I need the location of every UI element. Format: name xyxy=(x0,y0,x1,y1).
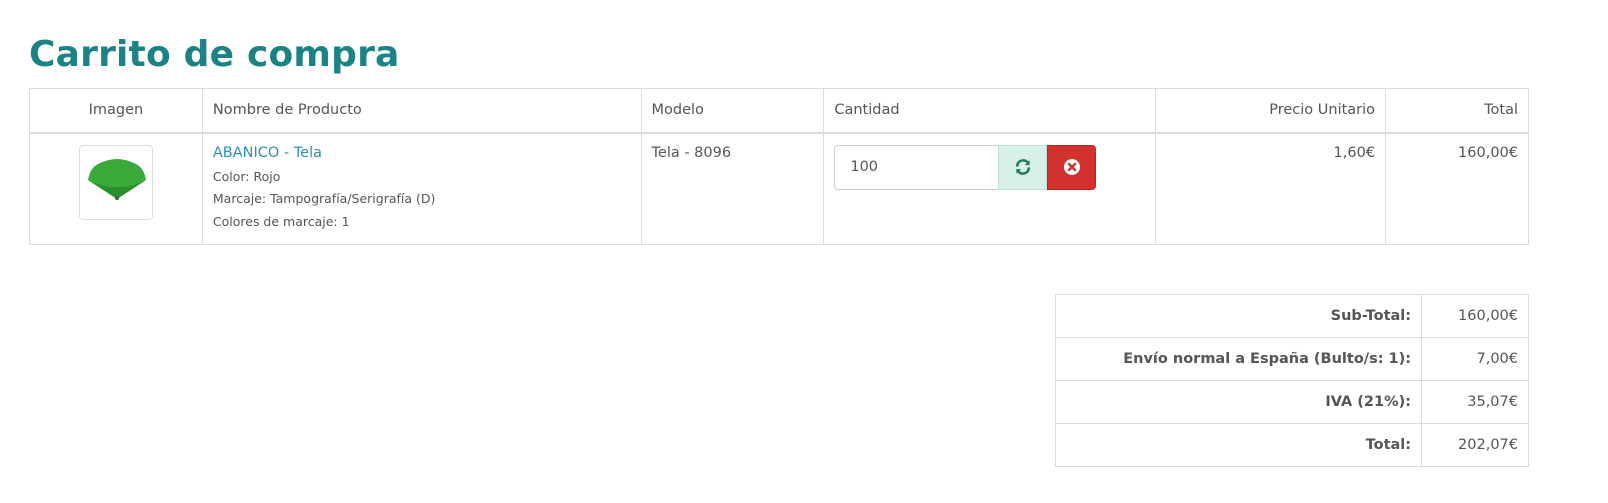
totals-row-shipping: Envío normal a España (Bulto/s: 1): 7,00… xyxy=(1054,337,1529,381)
totals-row-total: Total: 202,07€ xyxy=(1054,423,1529,467)
vat-label: IVA (21%): xyxy=(1054,380,1423,424)
fan-icon xyxy=(87,158,146,200)
totals-row-subtotal: Sub-Total: 160,00€ xyxy=(1054,294,1529,338)
header-unit-price: Precio Unitario xyxy=(1155,88,1387,134)
product-thumbnail[interactable] xyxy=(78,144,153,220)
table-row: ABANICO - Tela Color: Rojo Marcaje: Tamp… xyxy=(29,132,1529,245)
shipping-value: 7,00€ xyxy=(1421,337,1529,381)
header-model: Modelo xyxy=(640,88,825,134)
cart-table: Imagen Nombre de Producto Modelo Cantida… xyxy=(29,88,1529,245)
order-totals-table: Sub-Total: 160,00€ Envío normal a España… xyxy=(1054,294,1529,467)
product-name-cell: ABANICO - Tela Color: Rojo Marcaje: Tamp… xyxy=(201,132,642,245)
grand-total-label: Total: xyxy=(1054,423,1423,467)
header-image: Imagen xyxy=(29,88,203,134)
shipping-label: Envío normal a España (Bulto/s: 1): xyxy=(1054,337,1423,381)
product-total-cell: 160,00€ xyxy=(1385,132,1529,245)
product-option-marking: Marcaje: Tampografía/Serigrafía (D) xyxy=(212,191,436,206)
totals-row-vat: IVA (21%): 35,07€ xyxy=(1054,380,1529,424)
product-option-marking-colors: Colores de marcaje: 1 xyxy=(212,213,350,229)
product-model-cell: Tela - 8096 xyxy=(640,132,825,245)
product-option-color: Color: Rojo xyxy=(212,168,281,184)
subtotal-value: 160,00€ xyxy=(1421,294,1529,338)
refresh-icon xyxy=(1015,159,1030,175)
product-name-link[interactable]: ABANICO - Tela xyxy=(213,145,631,161)
header-product-name: Nombre de Producto xyxy=(201,88,642,134)
header-quantity: Cantidad xyxy=(823,88,1157,134)
subtotal-label: Sub-Total: xyxy=(1054,294,1423,338)
header-total: Total xyxy=(1385,88,1529,134)
remove-item-button[interactable] xyxy=(1046,144,1097,190)
product-quantity-cell xyxy=(823,132,1157,245)
quantity-input[interactable] xyxy=(834,144,999,190)
product-unit-price-cell: 1,60€ xyxy=(1155,132,1387,245)
grand-total-value: 202,07€ xyxy=(1421,423,1529,467)
quantity-input-group xyxy=(834,144,1097,190)
vat-value: 35,07€ xyxy=(1421,380,1529,424)
remove-circle-icon xyxy=(1063,159,1080,175)
cart-header-row: Imagen Nombre de Producto Modelo Cantida… xyxy=(29,88,1529,134)
update-quantity-button[interactable] xyxy=(998,144,1047,190)
product-image-cell xyxy=(29,132,203,245)
page-title: Carrito de compra xyxy=(29,34,400,75)
